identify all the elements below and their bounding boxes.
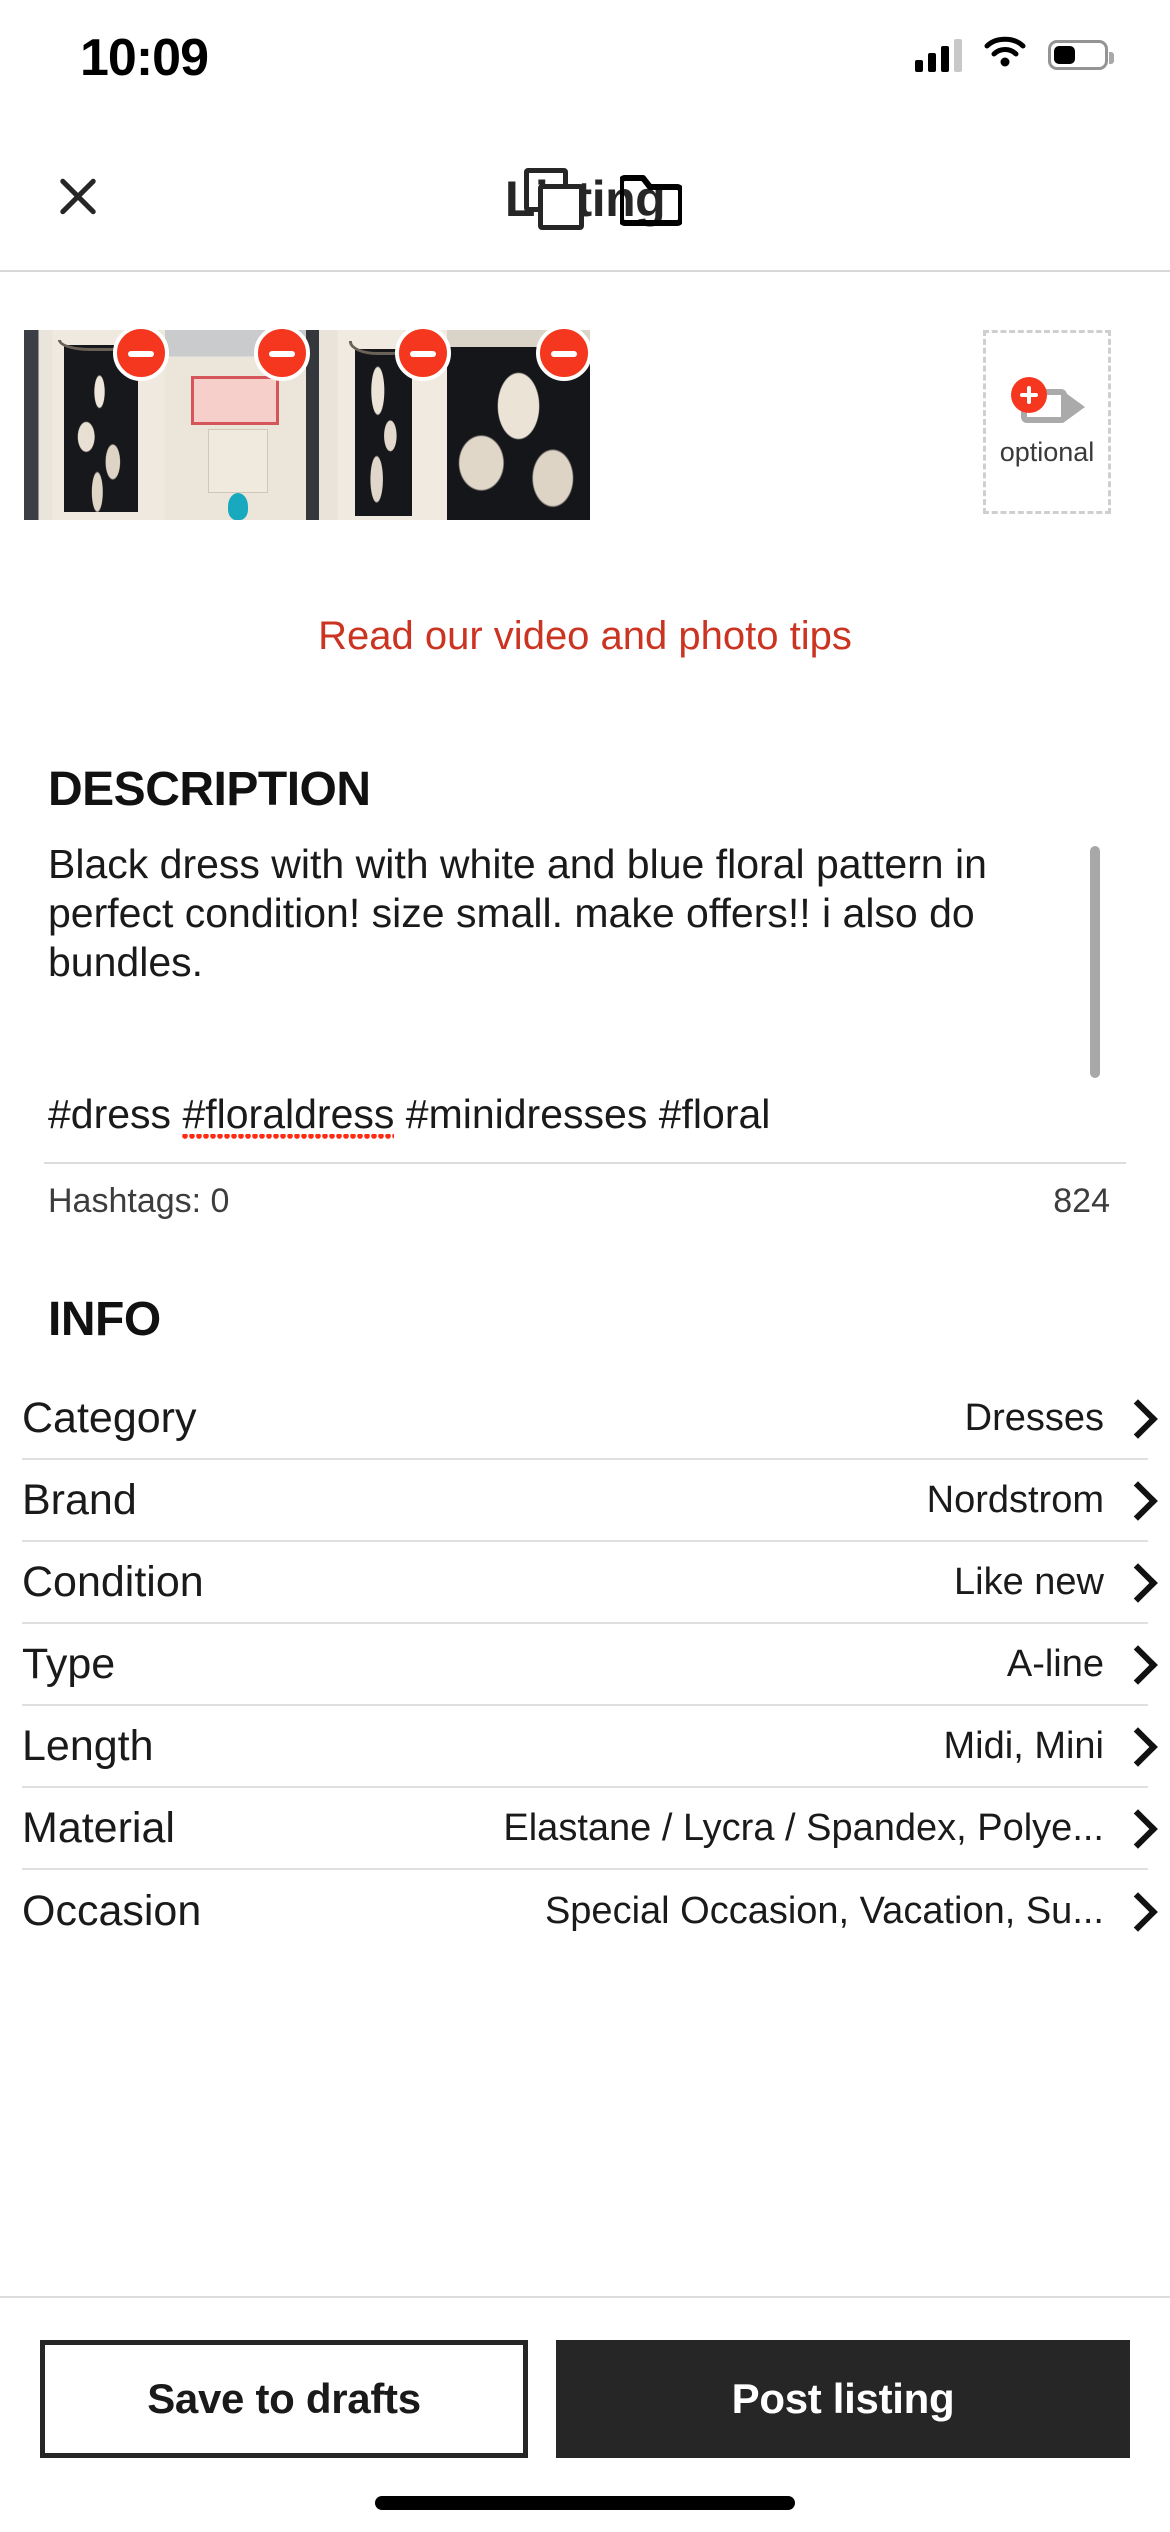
listing-screen: 10:09 Listing optional Read our video an… [0,0,1170,2532]
copy-icon[interactable] [524,168,586,230]
info-row-brand[interactable]: Brand Nordstrom [22,1460,1148,1542]
status-bar: 10:09 [0,0,1170,120]
chevron-right-icon [1122,1396,1148,1440]
remove-photo-icon[interactable] [395,325,451,381]
chevron-right-icon [1122,1724,1148,1768]
save-to-drafts-button[interactable]: Save to drafts [40,2340,528,2458]
status-bar-time: 10:09 [80,29,209,87]
photo-strip: optional [0,325,1170,520]
hashtags-text[interactable]: #dress #floraldress #minidresses #floral [48,1090,1110,1141]
wifi-icon [984,36,1026,73]
info-label: Condition [22,1557,204,1606]
info-row-condition[interactable]: Condition Like new [22,1542,1148,1624]
chevron-right-icon [1122,1642,1148,1686]
footer-bar: Save to drafts Post listing [0,2298,1170,2532]
info-value: Nordstrom [926,1478,1104,1521]
info-label: Type [22,1639,116,1688]
info-section-title: INFO [48,1293,161,1346]
info-row-length[interactable]: Length Midi, Mini [22,1706,1148,1788]
info-label: Length [22,1721,154,1770]
add-video-slot[interactable]: optional [983,330,1111,514]
info-row-category[interactable]: Category Dresses [22,1378,1148,1460]
footer-actions: Save to drafts Post listing [40,2340,1130,2458]
description-section-title: DESCRIPTION [48,763,371,816]
hashtags-suffix: #minidresses #floral [394,1091,771,1137]
chevron-right-icon [1122,1560,1148,1604]
status-bar-indicators [915,36,1114,73]
description-divider [44,1162,1126,1164]
info-row-material[interactable]: Material Elastane / Lycra / Spandex, Pol… [22,1788,1148,1870]
remove-photo-icon[interactable] [113,325,169,381]
hashtags-count: Hashtags: 0 [48,1182,230,1220]
info-label: Category [22,1393,197,1442]
description-meta: Hashtags: 0 824 [48,1182,1110,1221]
remove-photo-icon[interactable] [536,325,592,381]
info-label: Occasion [22,1886,202,1935]
chevron-right-icon [1122,1889,1148,1933]
info-label: Brand [22,1475,137,1524]
hashtags-misspelled: #floraldress [182,1091,395,1141]
info-value: Like new [954,1560,1104,1603]
info-value: Dresses [964,1396,1104,1439]
battery-icon [1048,39,1114,70]
hashtags-prefix: #dress [48,1091,183,1137]
info-value: Elastane / Lycra / Spandex, Polye... [503,1806,1104,1849]
post-listing-button[interactable]: Post listing [556,2340,1130,2458]
info-value: Special Occasion, Vacation, Su... [544,1889,1104,1932]
cellular-signal-icon [915,38,962,72]
chevron-right-icon [1122,1806,1148,1850]
info-value: A-line [1006,1642,1104,1685]
home-indicator [375,2496,795,2510]
photo-tips-link[interactable]: Read our video and photo tips [0,614,1170,659]
info-row-occasion[interactable]: Occasion Special Occasion, Vacation, Su.… [22,1870,1148,1952]
info-list: Category Dresses Brand Nordstrom Conditi… [0,1378,1170,1952]
remove-photo-icon[interactable] [254,325,310,381]
description-field[interactable]: Black dress with with white and blue flo… [48,840,1110,1110]
add-video-label: optional [999,436,1095,467]
chevron-right-icon [1122,1478,1148,1522]
info-row-type[interactable]: Type A-line [22,1624,1148,1706]
info-label: Material [22,1803,175,1852]
description-text[interactable]: Black dress with with white and blue flo… [48,840,1058,987]
app-header: Listing [0,120,1170,272]
add-video-icon [1005,376,1089,429]
info-value: Midi, Mini [943,1724,1104,1767]
character-count: 824 [1053,1182,1110,1220]
description-scrollbar[interactable] [1090,846,1100,1078]
folder-icon[interactable] [620,170,682,226]
